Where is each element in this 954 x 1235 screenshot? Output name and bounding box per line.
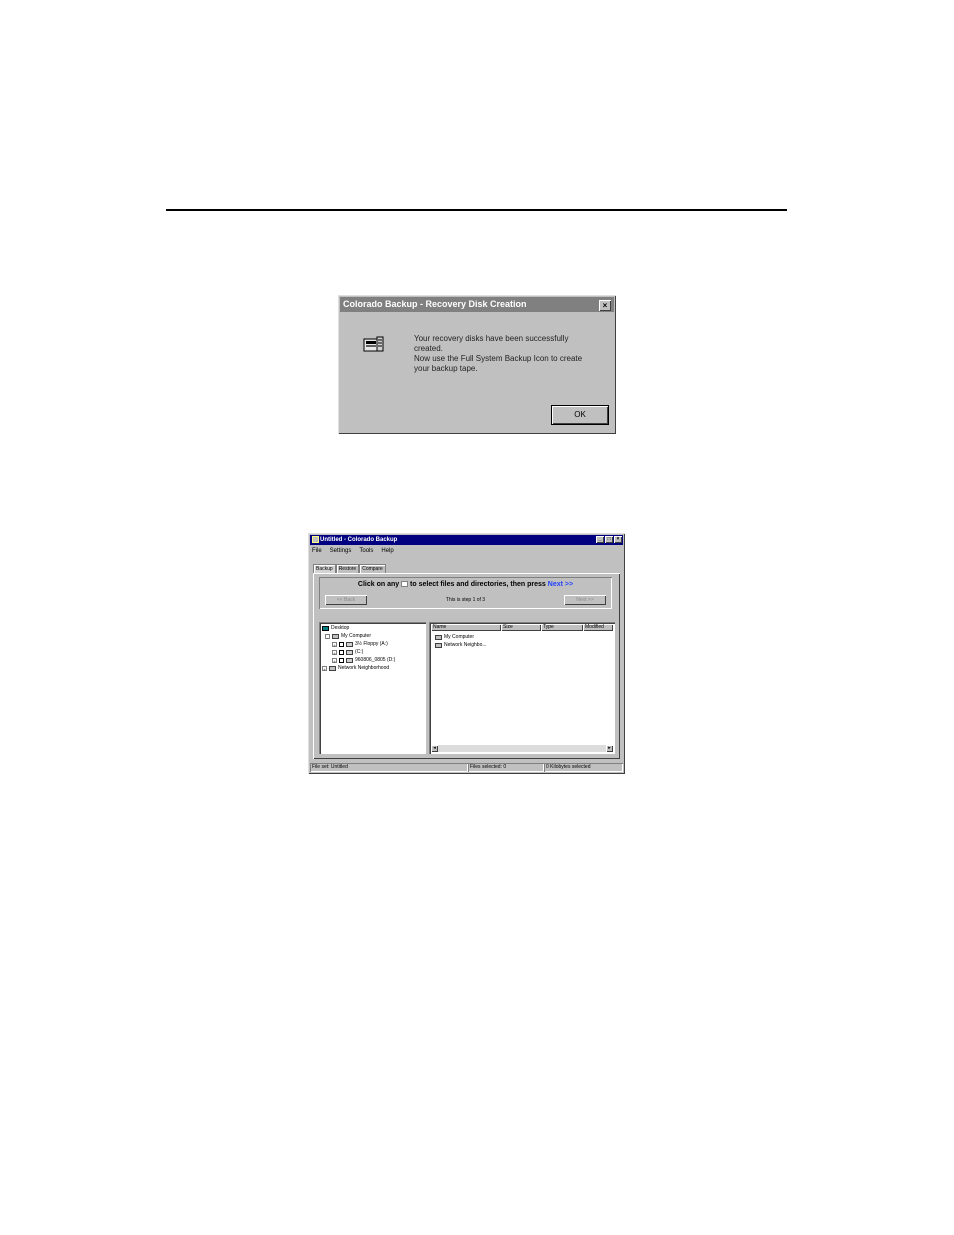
tree-item-desktop[interactable]: Desktop — [322, 624, 426, 632]
message-line: created. — [414, 344, 443, 353]
wizard-instruction: Click on any to select files and directo… — [319, 581, 612, 588]
horizontal-scrollbar[interactable]: ◂ ▸ — [431, 745, 613, 752]
list-rows: My Computer Network Neighbo... — [435, 633, 487, 649]
tree-item-label: My Computer — [341, 633, 372, 639]
list-item[interactable]: Network Neighbo... — [435, 641, 487, 649]
tab-strip: Backup Restore Compare — [313, 564, 386, 573]
backup-panel: Click on any to select files and directo… — [313, 573, 620, 759]
column-header-size[interactable]: Size — [501, 624, 541, 631]
ok-button[interactable]: OK — [552, 406, 608, 424]
tree-item-c-drive[interactable]: + (C:) — [322, 648, 426, 656]
maximize-button[interactable]: □ — [605, 536, 613, 543]
tree-item-label: Desktop — [331, 625, 350, 631]
checkbox-icon — [401, 581, 409, 588]
minimize-button[interactable]: _ — [596, 536, 604, 543]
desktop-icon — [322, 625, 329, 631]
menu-help[interactable]: Help — [381, 547, 393, 556]
tree-item-label: Network Neighborhood — [338, 665, 390, 671]
selection-checkbox[interactable] — [339, 649, 344, 655]
tree-item-label: 3½ Floppy (A:) — [355, 641, 388, 647]
selection-checkbox[interactable] — [339, 657, 344, 663]
tree-item-label: (C:) — [355, 649, 364, 655]
instruction-text: to select files and directories, then pr… — [410, 581, 546, 588]
horizontal-rule — [166, 209, 787, 211]
menu-bar: File Settings Tools Help — [312, 547, 394, 556]
tab-backup[interactable]: Backup — [313, 564, 336, 573]
scroll-left-icon[interactable]: ◂ — [431, 745, 438, 752]
folder-tree[interactable]: Desktop - My Computer + 3½ Floppy (A:) +… — [319, 622, 426, 754]
scroll-right-icon[interactable]: ▸ — [606, 745, 613, 752]
file-list[interactable]: Name Size Type Modified My Computer Netw… — [429, 622, 615, 754]
window-title-bar: Untitled - Colorado Backup _ □ × — [310, 535, 623, 545]
hard-drive-icon — [346, 649, 353, 655]
app-icon — [312, 536, 319, 543]
close-button[interactable]: × — [614, 536, 622, 543]
dialog-close-button[interactable]: × — [599, 300, 611, 311]
tree-item-network[interactable]: + Network Neighborhood — [322, 664, 426, 672]
computer-icon — [332, 633, 339, 639]
menu-settings[interactable]: Settings — [330, 547, 352, 556]
tree-item-floppy[interactable]: + 3½ Floppy (A:) — [322, 640, 426, 648]
status-bar: File set: Untitled Files selected: 0 0 K… — [310, 763, 623, 772]
tab-compare[interactable]: Compare — [359, 564, 386, 573]
tab-restore[interactable]: Restore — [335, 564, 360, 573]
list-item-label: Network Neighbo... — [444, 642, 487, 648]
recovery-disk-dialog: Colorado Backup - Recovery Disk Creation… — [338, 295, 616, 434]
network-icon — [435, 642, 442, 648]
column-header-name[interactable]: Name — [431, 624, 501, 631]
tree-item-label: 960806_0805 (D:) — [355, 657, 396, 663]
window-title: Untitled - Colorado Backup — [320, 537, 398, 543]
dialog-title: Colorado Backup - Recovery Disk Creation — [343, 299, 527, 309]
dialog-title-bar: Colorado Backup - Recovery Disk Creation… — [340, 297, 614, 312]
instruction-next-word: Next >> — [547, 581, 574, 588]
colorado-backup-window: Untitled - Colorado Backup _ □ × File Se… — [308, 533, 625, 774]
list-item[interactable]: My Computer — [435, 633, 487, 641]
status-file-set: File set: Untitled — [310, 763, 468, 772]
message-line: Your recovery disks have been successful… — [414, 334, 569, 343]
list-item-label: My Computer — [444, 634, 475, 640]
menu-file[interactable]: File — [312, 547, 322, 556]
status-files-selected: Files selected: 0 — [468, 763, 544, 772]
expand-icon[interactable]: + — [322, 665, 327, 672]
message-line: your backup tape. — [414, 364, 478, 373]
next-button[interactable]: Next >> — [564, 595, 606, 605]
wizard-bar: Click on any to select files and directo… — [319, 577, 612, 609]
expand-icon[interactable]: + — [332, 649, 337, 656]
message-line: Now use the Full System Backup Icon to c… — [414, 354, 583, 363]
collapse-icon[interactable]: - — [325, 633, 330, 640]
dialog-message: Your recovery disks have been successful… — [414, 334, 604, 374]
computer-icon — [435, 634, 442, 640]
expand-icon[interactable]: + — [332, 641, 337, 648]
cd-drive-icon — [346, 657, 353, 663]
tree-item-d-drive[interactable]: + 960806_0805 (D:) — [322, 656, 426, 664]
column-header-modified[interactable]: Modified — [583, 624, 613, 631]
status-kilobytes-selected: 0 Kilobytes selected — [544, 763, 623, 772]
list-header: Name Size Type Modified — [431, 624, 613, 631]
menu-tools[interactable]: Tools — [359, 547, 373, 556]
selection-checkbox[interactable] — [339, 641, 344, 647]
tree-item-my-computer[interactable]: - My Computer — [322, 632, 426, 640]
column-header-type[interactable]: Type — [541, 624, 583, 631]
network-icon — [329, 665, 336, 671]
backup-tape-icon — [363, 336, 384, 352]
expand-icon[interactable]: + — [332, 657, 337, 664]
instruction-text: Click on any — [357, 581, 400, 588]
floppy-drive-icon — [346, 641, 353, 647]
